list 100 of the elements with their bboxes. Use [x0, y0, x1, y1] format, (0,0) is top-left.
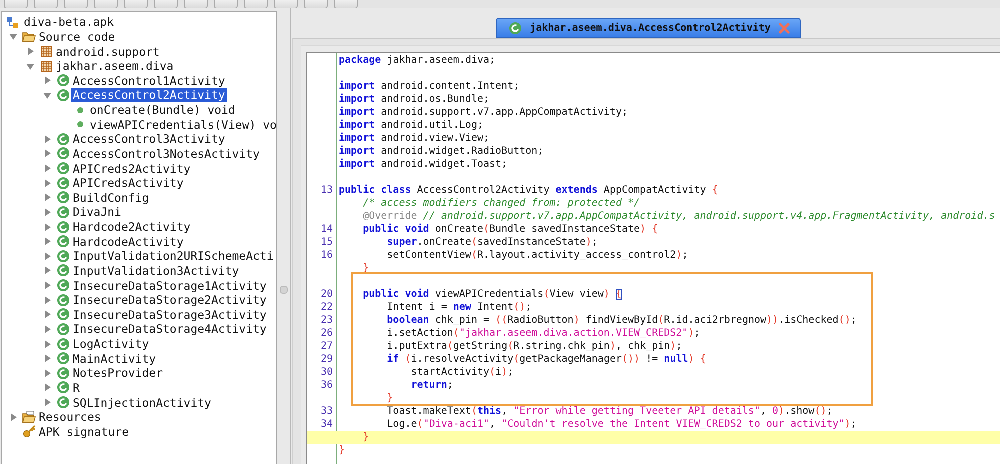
collapsed-arrow-icon[interactable]	[43, 354, 52, 364]
collapsed-arrow-icon[interactable]	[43, 324, 52, 334]
collapsed-arrow-icon[interactable]	[43, 252, 52, 261]
tree-item[interactable]: InputValidation3Activity	[71, 264, 242, 278]
tree-item[interactable]: Resources	[37, 410, 104, 424]
tree-item[interactable]: jakhar.aseem.diva	[54, 59, 176, 74]
code-line: import android.content.Intent;	[338, 80, 520, 93]
tree-item[interactable]: DivaJni	[71, 205, 124, 220]
collapsed-arrow-icon[interactable]	[43, 222, 52, 232]
line-number: 27	[320, 341, 333, 352]
tree-item[interactable]: Hardcode2Activity	[71, 220, 193, 234]
code-line: Toast.makeText(this, "Error while getting Tveeter API details", 0).show();	[386, 405, 833, 418]
tree-item[interactable]: diva-beta.apk	[22, 15, 116, 30]
tree-item[interactable]: InputValidation2URISchemeActi	[71, 249, 276, 264]
collapsed-arrow-icon[interactable]	[43, 208, 52, 217]
collapsed-arrow-icon[interactable]	[43, 193, 52, 202]
collapsed-arrow-icon[interactable]	[43, 134, 52, 144]
apk-file-icon	[6, 16, 19, 29]
code-line: }	[386, 392, 394, 405]
class-icon	[56, 352, 70, 366]
tree-item[interactable]: NotesProvider	[71, 366, 166, 380]
tree-item[interactable]: MainActivity	[71, 352, 158, 366]
tree-item[interactable]: LogActivity	[71, 337, 152, 352]
class-icon	[56, 264, 70, 278]
tree-item[interactable]: AccessControl1Activity	[71, 74, 228, 88]
tree-item[interactable]: AccessControl3NotesActivity	[71, 146, 262, 161]
tree-item[interactable]: InsecureDataStorage3Activity	[71, 308, 269, 322]
code-line: startActivity(i);	[410, 366, 514, 379]
collapsed-arrow-icon[interactable]	[43, 398, 52, 408]
collapsed-arrow-icon[interactable]	[43, 178, 52, 188]
tree-item[interactable]: HardcodeActivity	[71, 234, 186, 249]
code-line: return;	[410, 379, 454, 392]
scrollbar-thumb[interactable]	[280, 286, 288, 294]
tree-item[interactable]: SQLInjectionActivity	[71, 396, 214, 410]
class-icon	[56, 294, 70, 307]
method-dot-icon	[76, 121, 84, 128]
class-icon	[56, 381, 70, 394]
code-line: import android.support.v7.app.AppCompatActivity;	[338, 106, 628, 119]
line-number: 36	[320, 380, 333, 391]
class-icon	[56, 279, 70, 292]
tree-item[interactable]: APICredsActivity	[71, 176, 186, 190]
class-icon	[56, 74, 70, 88]
class-icon	[56, 366, 70, 380]
tree-item[interactable]: onCreate(Bundle) void	[88, 103, 238, 118]
code-line: import android.util.Log;	[338, 119, 484, 132]
class-icon	[56, 322, 70, 336]
collapsed-arrow-icon[interactable]	[43, 266, 52, 276]
resource-folder-icon	[22, 410, 36, 424]
class-icon	[56, 191, 70, 204]
line-number: 20	[320, 289, 333, 300]
code-line: import android.widget.RadioButton;	[338, 145, 544, 158]
collapsed-arrow-icon[interactable]	[43, 149, 52, 158]
code-line: }	[338, 444, 346, 457]
collapsed-arrow-icon[interactable]	[43, 340, 52, 349]
tree-item[interactable]: AccessControl3Activity	[71, 132, 228, 146]
class-icon	[56, 176, 70, 190]
expanded-arrow-icon[interactable]	[26, 62, 35, 71]
collapsed-arrow-icon[interactable]	[43, 281, 52, 290]
collapsed-arrow-icon[interactable]	[43, 296, 52, 305]
collapsed-arrow-icon[interactable]	[9, 412, 18, 422]
tree-item[interactable]: viewAPICredentials(View) vo	[88, 118, 276, 132]
collapsed-arrow-icon[interactable]	[43, 164, 52, 174]
class-icon	[56, 220, 70, 234]
collapsed-arrow-icon[interactable]	[43, 383, 52, 392]
code-line: i.putExtra(getString(R.string.chk_pin), chk_pin);	[386, 340, 682, 353]
tree-item[interactable]: R	[71, 380, 82, 395]
tree-item[interactable]: Source code	[37, 30, 118, 44]
code-line: super.onCreate(savedInstanceState);	[386, 236, 598, 249]
class-icon	[56, 162, 70, 176]
line-number: 29	[320, 354, 333, 365]
collapsed-arrow-icon[interactable]	[26, 47, 35, 56]
code-line: public void onCreate(Bundle savedInstanceState) {	[362, 223, 658, 236]
tree-item[interactable]: InsecureDataStorage4Activity	[71, 322, 269, 336]
tree-item[interactable]: APICreds2Activity	[71, 162, 193, 176]
class-icon	[509, 22, 522, 34]
expanded-arrow-icon[interactable]	[43, 90, 52, 100]
tree-item[interactable]: AccessControl2Activity	[71, 88, 228, 102]
code-line: import android.view.View;	[338, 132, 490, 145]
collapsed-arrow-icon[interactable]	[43, 237, 52, 246]
line-number: 23	[320, 315, 333, 326]
collapsed-arrow-icon[interactable]	[43, 76, 52, 86]
collapsed-arrow-icon[interactable]	[43, 368, 52, 378]
tree-item[interactable]: android.support	[54, 44, 162, 59]
tree-item[interactable]: BuildConfig	[71, 190, 152, 205]
tree-item[interactable]: InsecureDataStorage1Activity	[71, 278, 269, 293]
code-line: package jakhar.aseem.diva;	[338, 54, 496, 67]
class-icon	[56, 250, 70, 263]
method-dot-icon	[76, 106, 84, 114]
line-number: 33	[320, 406, 333, 417]
collapsed-arrow-icon[interactable]	[43, 310, 52, 320]
code-line: Intent i = new Intent();	[386, 301, 532, 314]
package-icon	[40, 45, 52, 58]
editor-tab[interactable]: jakhar.aseem.diva.AccessControl2Activity	[496, 18, 801, 38]
class-icon	[56, 308, 70, 322]
code-line: i.setAction("jakhar.aseem.diva.action.VIEW_CREDS2");	[386, 327, 700, 340]
tree-item[interactable]: APK signature	[37, 424, 132, 439]
tree-item[interactable]: InsecureDataStorage2Activity	[71, 293, 269, 308]
expanded-arrow-icon[interactable]	[9, 32, 18, 42]
class-icon	[56, 338, 70, 351]
line-number: 15	[320, 237, 333, 248]
